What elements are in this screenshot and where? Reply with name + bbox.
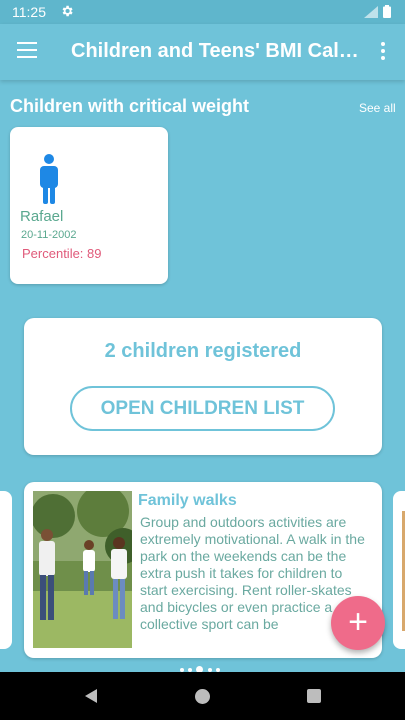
add-child-fab[interactable]: +	[331, 596, 385, 650]
signal-icon	[364, 6, 378, 18]
tip-card-next[interactable]	[393, 491, 405, 649]
app-bar: Children and Teens' BMI Calculator	[0, 24, 405, 80]
hamburger-menu-icon[interactable]	[17, 42, 37, 58]
status-time: 11:25	[12, 4, 46, 20]
registered-card: 2 children registered OPEN CHILDREN LIST	[24, 318, 382, 455]
registered-count: 2 children registered	[104, 340, 302, 362]
open-children-list-button[interactable]: OPEN CHILDREN LIST	[70, 386, 335, 431]
child-figure-icon	[40, 154, 58, 204]
app-title: Children and Teens' BMI Calculator	[71, 40, 361, 62]
home-icon[interactable]	[195, 689, 210, 704]
system-nav-bar	[0, 672, 405, 720]
child-percentile: Percentile: 89	[22, 246, 102, 261]
see-all-link[interactable]: See all	[359, 101, 396, 115]
battery-icon	[383, 5, 391, 18]
back-icon[interactable]	[83, 688, 99, 704]
child-name: Rafael	[20, 208, 64, 225]
child-card[interactable]: Rafael 20-11-2002 Percentile: 89	[10, 127, 168, 284]
tip-card[interactable]: Family walks Group and outdoors activiti…	[24, 482, 382, 658]
status-bar: 11:25	[0, 0, 405, 24]
family-walk-photo	[33, 491, 132, 648]
tip-card-previous[interactable]	[0, 491, 12, 649]
recents-icon[interactable]	[307, 689, 321, 703]
child-dob: 20-11-2002	[21, 229, 77, 241]
tip-title: Family walks	[138, 492, 237, 509]
critical-weight-title: Children with critical weight	[10, 96, 250, 116]
gear-icon	[62, 5, 73, 17]
more-vertical-icon[interactable]	[379, 42, 387, 62]
